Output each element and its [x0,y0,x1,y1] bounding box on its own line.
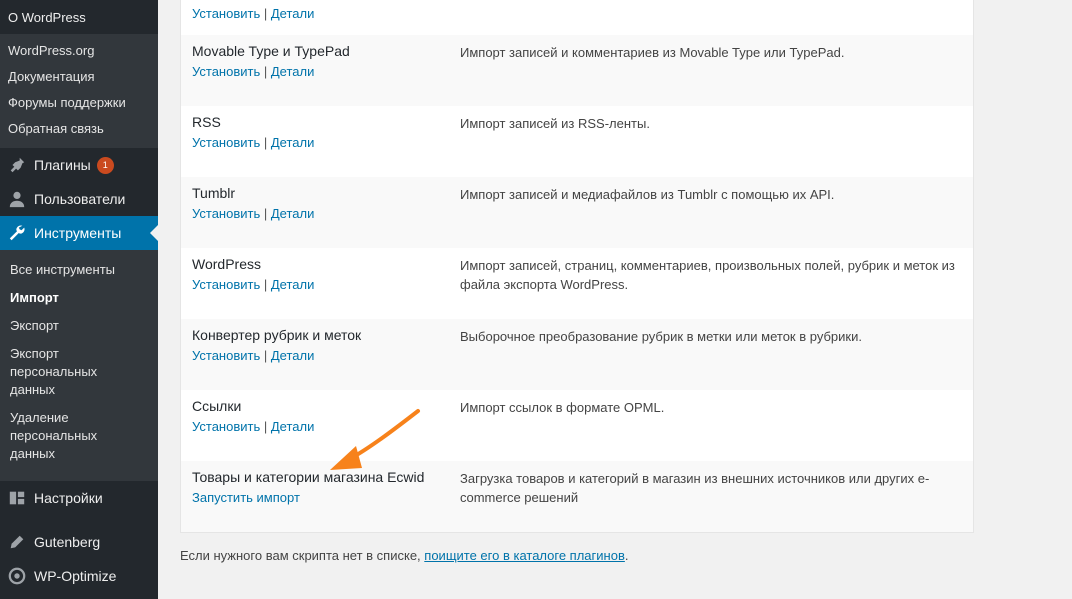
importer-actions: Установить | Детали [192,135,314,150]
separator: | [263,277,271,292]
menu-settings-label: Настройки [34,490,103,506]
menu-settings[interactable]: Настройки [0,481,158,515]
submenu-documentation[interactable]: Документация [0,64,158,90]
wp-optimize-icon [8,567,26,585]
importer-row-ecwid: Товары и категории магазина Ecwid Запуст… [181,461,973,532]
importer-row-movable-type: Movable Type и TypePad Установить | Дета… [181,35,973,106]
menu-tools-label: Инструменты [34,225,122,241]
footer-note: Если нужного вам скрипта нет в списке, п… [180,548,628,563]
annotation-arrow [330,409,420,470]
importer-name: RSS [192,114,221,130]
submenu-support-forums[interactable]: Форумы поддержки [0,90,158,116]
submenu-export[interactable]: Экспорт [0,317,120,335]
wrench-icon [8,224,26,242]
menu-users-label: Пользователи [34,191,126,207]
menu-plugins-label: Плагины [34,157,91,173]
importer-actions: Установить | Детали [192,348,314,363]
run-import-link[interactable]: Запустить импорт [192,490,300,505]
importer-actions: Установить | Детали [192,6,314,21]
plugins-update-badge: 1 [96,156,114,174]
importer-row-wordpress: WordPress Установить | Детали Импорт зап… [181,248,973,319]
install-link[interactable]: Установить [192,419,260,434]
install-link[interactable]: Установить [192,64,260,79]
menu-wp-optimize[interactable]: WP-Optimize [0,559,158,593]
importer-description: Импорт записей и комментариев из Movable… [460,45,845,60]
menu-plugins[interactable]: Плагины 1 [0,148,158,182]
footer-text: Если нужного вам скрипта нет в списке, [180,548,425,563]
details-link[interactable]: Детали [271,348,315,363]
tools-submenu: Все инструменты Импорт Экспорт Экспорт п… [0,250,158,481]
install-link[interactable]: Установить [192,6,260,21]
importer-description: Импорт записей из RSS-ленты. [460,116,650,131]
importer-name: Ссылки [192,398,242,414]
menu-users[interactable]: Пользователи [0,182,158,216]
settings-icon [8,489,26,507]
submenu-import[interactable]: Импорт [0,289,120,307]
separator: | [263,135,271,150]
importer-actions: Установить | Детали [192,206,314,221]
separator: | [263,348,271,363]
menu-tools[interactable]: Инструменты [0,216,158,250]
importer-description: Импорт записей, страниц, комментариев, п… [460,258,955,292]
menu-gutenberg[interactable]: Gutenberg [0,525,158,559]
importer-description: Выборочное преобразование рубрик в метки… [460,329,862,344]
importer-row-category-tag-converter: Конвертер рубрик и меток Установить | Де… [181,319,973,390]
install-link[interactable]: Установить [192,277,260,292]
submenu-erase-personal-data[interactable]: Удаление персональных данных [0,409,120,463]
pencil-icon [8,533,26,551]
importers-table: Установить | Детали Movable Type и TypeP… [180,0,974,533]
menu-wp-optimize-label: WP-Optimize [34,568,117,584]
details-link[interactable]: Детали [271,419,315,434]
importer-row-tumblr: Tumblr Установить | Детали Импорт записе… [181,177,973,248]
menu-about-wordpress[interactable]: О WordPress [0,0,158,34]
submenu-wordpress-org[interactable]: WordPress.org [0,38,158,64]
submenu-feedback[interactable]: Обратная связь [0,116,158,142]
submenu-all-tools[interactable]: Все инструменты [0,261,120,279]
plugin-icon [8,156,26,174]
importer-row-rss: RSS Установить | Детали Импорт записей и… [181,106,973,177]
install-link[interactable]: Установить [192,348,260,363]
importer-name: Movable Type и TypePad [192,43,350,59]
menu-gutenberg-label: Gutenberg [34,534,101,550]
importer-actions: Запустить импорт [192,490,300,505]
details-link[interactable]: Детали [271,135,315,150]
separator: | [263,419,271,434]
admin-sidebar: О WordPress WordPress.org Документация Ф… [0,0,158,599]
importer-row-links: Ссылки Установить | Детали Импорт ссылок… [181,390,973,461]
importer-name: WordPress [192,256,261,272]
separator: | [263,64,271,79]
details-link[interactable]: Детали [271,206,315,221]
details-link[interactable]: Детали [271,6,315,21]
submenu-export-personal-data[interactable]: Экспорт персональных данных [0,345,120,399]
importer-description: Импорт записей и медиафайлов из Tumblr с… [460,187,835,202]
importer-actions: Установить | Детали [192,419,314,434]
importer-name: Tumblr [192,185,236,201]
importer-description: Импорт ссылок в формате OPML. [460,400,665,415]
importer-name: Конвертер рубрик и меток [192,327,362,343]
separator: | [263,206,271,221]
users-icon [8,190,26,208]
install-link[interactable]: Установить [192,135,260,150]
details-link[interactable]: Детали [271,64,315,79]
install-link[interactable]: Установить [192,206,260,221]
footer-end: . [624,548,629,563]
separator: | [263,6,271,21]
about-submenu: WordPress.org Документация Форумы поддер… [0,34,158,148]
importer-actions: Установить | Детали [192,277,314,292]
details-link[interactable]: Детали [271,277,315,292]
importer-actions: Установить | Детали [192,64,314,79]
importer-description: Загрузка товаров и категорий в магазин и… [460,471,930,505]
plugin-catalog-link[interactable]: поищите его в каталоге плагинов [424,548,625,563]
